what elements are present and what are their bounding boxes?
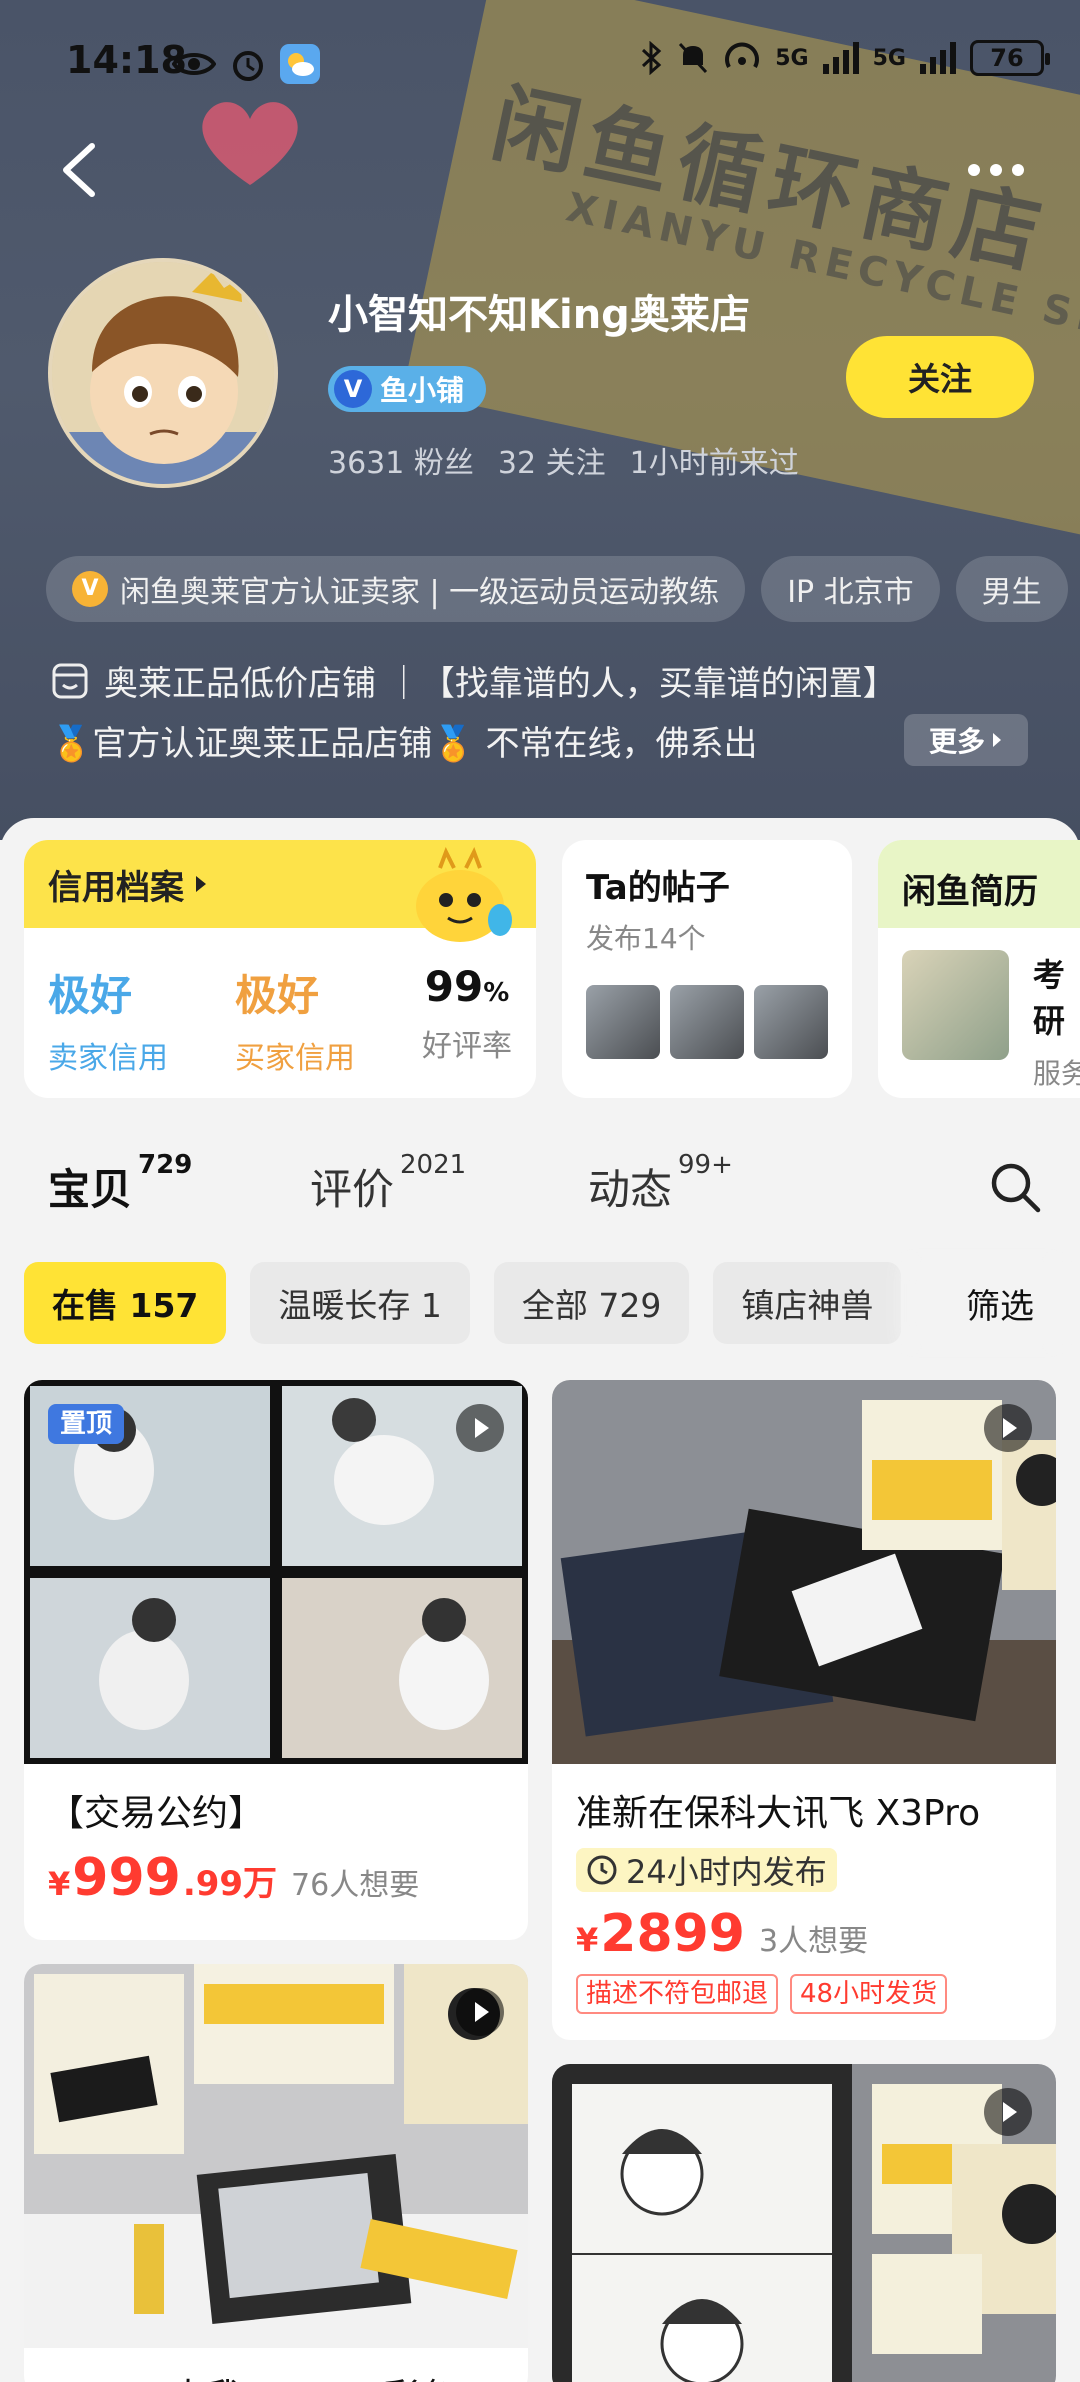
follow-button[interactable]: 关注 bbox=[846, 336, 1034, 418]
chip-on-sale[interactable]: 在售 157 bbox=[24, 1262, 227, 1344]
store-badge-label: 鱼小铺 bbox=[380, 374, 465, 407]
verified-v-icon: V bbox=[334, 370, 372, 408]
chip-all[interactable]: 全部 729 bbox=[493, 1262, 690, 1344]
product-title: 【交易公约】 bbox=[48, 1793, 265, 1834]
bio-more-button[interactable]: 更多 bbox=[904, 714, 1028, 766]
service-labels: 描述不符包邮退 48小时发货 bbox=[552, 1964, 1056, 2014]
product-image bbox=[552, 2064, 1056, 2382]
resume-title: 闲鱼简历 bbox=[902, 872, 1038, 912]
bio-line-2: 🏅官方认证奥莱正品店铺🏅 不常在线，佛系出 bbox=[50, 724, 758, 764]
posts-title: Ta的帖子 bbox=[586, 868, 730, 908]
bio-line-1: 奥莱正品低价店铺 ｜【找靠谱的人，买靠谱的闲置】 bbox=[50, 656, 897, 705]
caret-right-icon bbox=[993, 733, 1001, 747]
video-play-icon bbox=[984, 2088, 1032, 2136]
network-type-label: 5G bbox=[775, 45, 809, 71]
more-options-icon[interactable] bbox=[956, 150, 1036, 190]
content-tabs: 宝贝 729 评价 2021 动态 99+ bbox=[0, 1148, 1080, 1238]
caret-right-icon bbox=[196, 876, 206, 892]
followers-count[interactable]: 3631 粉丝 bbox=[328, 438, 474, 482]
service-label: 描述不符包邮退 bbox=[576, 1974, 779, 2014]
alarm-icon bbox=[233, 51, 263, 81]
back-arrow-icon[interactable] bbox=[52, 140, 112, 200]
video-play-icon bbox=[984, 1404, 1032, 1452]
product-card[interactable]: 置顶 【交易公约】 ¥ 999 .99万 76人想要 bbox=[24, 1380, 528, 1940]
time-tag: 24小时内发布 bbox=[576, 1848, 837, 1892]
product-card[interactable]: 准新在保科大讯飞 X3Pro 24小时内发布 ¥ 2899 3人想要 描述不符包… bbox=[552, 1380, 1056, 2040]
status-bar: 14:18 5G 5G 76 bbox=[0, 0, 1080, 120]
product-price: ¥ 999 .99万 76人想要 bbox=[48, 1848, 420, 1908]
content-panel: 信用档案 极好 卖家信用 极好 买家信用 99% 好评率 Ta的帖子 发布14个… bbox=[0, 818, 1080, 2382]
video-play-icon bbox=[456, 1988, 504, 2036]
post-thumbnail bbox=[586, 985, 660, 1059]
resume-card[interactable]: 闲鱼简历 考研 服务 bbox=[878, 840, 1080, 1098]
battery-indicator: 76 bbox=[970, 40, 1050, 76]
search-icon[interactable] bbox=[988, 1160, 1042, 1214]
last-seen: 1小时前来过 bbox=[629, 446, 799, 481]
product-image bbox=[24, 1964, 528, 2348]
product-image: 置顶 bbox=[24, 1380, 528, 1764]
seller-tags: V 闲鱼奥莱官方认证卖家 | 一级运动员运动教练 IP 北京市 男生 bbox=[46, 556, 1068, 622]
certified-v-icon: V bbox=[72, 571, 108, 607]
avatar[interactable] bbox=[48, 258, 278, 488]
tab-reviews[interactable]: 评价 2021 bbox=[310, 1150, 466, 1217]
avatar-cartoon-icon bbox=[52, 262, 274, 484]
status-time: 14:18 bbox=[66, 38, 187, 82]
shop-stats: 3631 粉丝 32 关注 1小时前来过 bbox=[328, 438, 799, 482]
chip-featured[interactable]: 镇店神兽 bbox=[713, 1262, 902, 1344]
product-price: ¥ 2899 3人想要 bbox=[576, 1904, 869, 1964]
signal-icon bbox=[822, 42, 859, 74]
credit-title: 信用档案 bbox=[48, 867, 184, 908]
shop-name: 小智知不知King奥莱店 bbox=[328, 292, 750, 338]
service-label: 48小时发货 bbox=[790, 1974, 948, 2014]
post-thumbnail bbox=[670, 985, 744, 1059]
positive-rating: 99% 好评率 bbox=[422, 962, 512, 1064]
posts-subtitle: 发布14个 bbox=[586, 922, 706, 955]
filter-button[interactable]: 筛选 bbox=[920, 1262, 1080, 1344]
product-card[interactable]: BluMo 大我 P751Q 彩色 bbox=[24, 1964, 528, 2382]
following-count[interactable]: 32 关注 bbox=[498, 438, 606, 482]
weather-app-icon bbox=[280, 44, 320, 84]
seller-credit: 极好 卖家信用 bbox=[48, 971, 168, 1076]
credit-card[interactable]: 信用档案 极好 卖家信用 极好 买家信用 99% 好评率 bbox=[24, 840, 536, 1098]
bluetooth-icon bbox=[642, 41, 662, 75]
hotspot-icon bbox=[725, 42, 760, 68]
clock-icon bbox=[587, 1855, 617, 1885]
product-title: BluMo 大我 P751Q 彩色 bbox=[24, 2348, 528, 2382]
signal-icon-2 bbox=[920, 42, 956, 74]
pinned-badge: 置顶 bbox=[48, 1404, 125, 1444]
shop-header: 闲鱼循环商店 XIANYU RECYCLE SHOP 14:18 5G 5G 7… bbox=[0, 0, 1080, 840]
tab-activity[interactable]: 动态 99+ bbox=[588, 1150, 733, 1217]
tab-items[interactable]: 宝贝 729 bbox=[48, 1150, 192, 1217]
certified-seller-tag[interactable]: V 闲鱼奥莱官方认证卖家 | 一级运动员运动教练 bbox=[46, 556, 746, 622]
store-badge[interactable]: V 鱼小铺 bbox=[328, 366, 487, 412]
eye-icon bbox=[172, 53, 216, 75]
product-card[interactable] bbox=[552, 2064, 1056, 2382]
mute-bell-icon bbox=[679, 42, 708, 74]
product-title: 准新在保科大讯飞 X3Pro bbox=[576, 1793, 981, 1834]
chip-warm[interactable]: 温暖长存 1 bbox=[250, 1262, 470, 1344]
gender-tag: 男生 bbox=[955, 556, 1068, 622]
shop-icon bbox=[52, 663, 88, 698]
posts-card[interactable]: Ta的帖子 发布14个 bbox=[562, 840, 852, 1098]
post-thumbnail bbox=[754, 985, 828, 1059]
ip-location-tag: IP 北京市 bbox=[761, 556, 940, 622]
resume-thumbnail bbox=[902, 950, 1009, 1060]
mascot-fish-icon bbox=[416, 847, 512, 942]
buyer-credit: 极好 买家信用 bbox=[235, 971, 355, 1076]
video-play-icon bbox=[456, 1404, 504, 1452]
product-image bbox=[552, 1380, 1056, 1764]
network-type-label-2: 5G bbox=[872, 45, 906, 71]
